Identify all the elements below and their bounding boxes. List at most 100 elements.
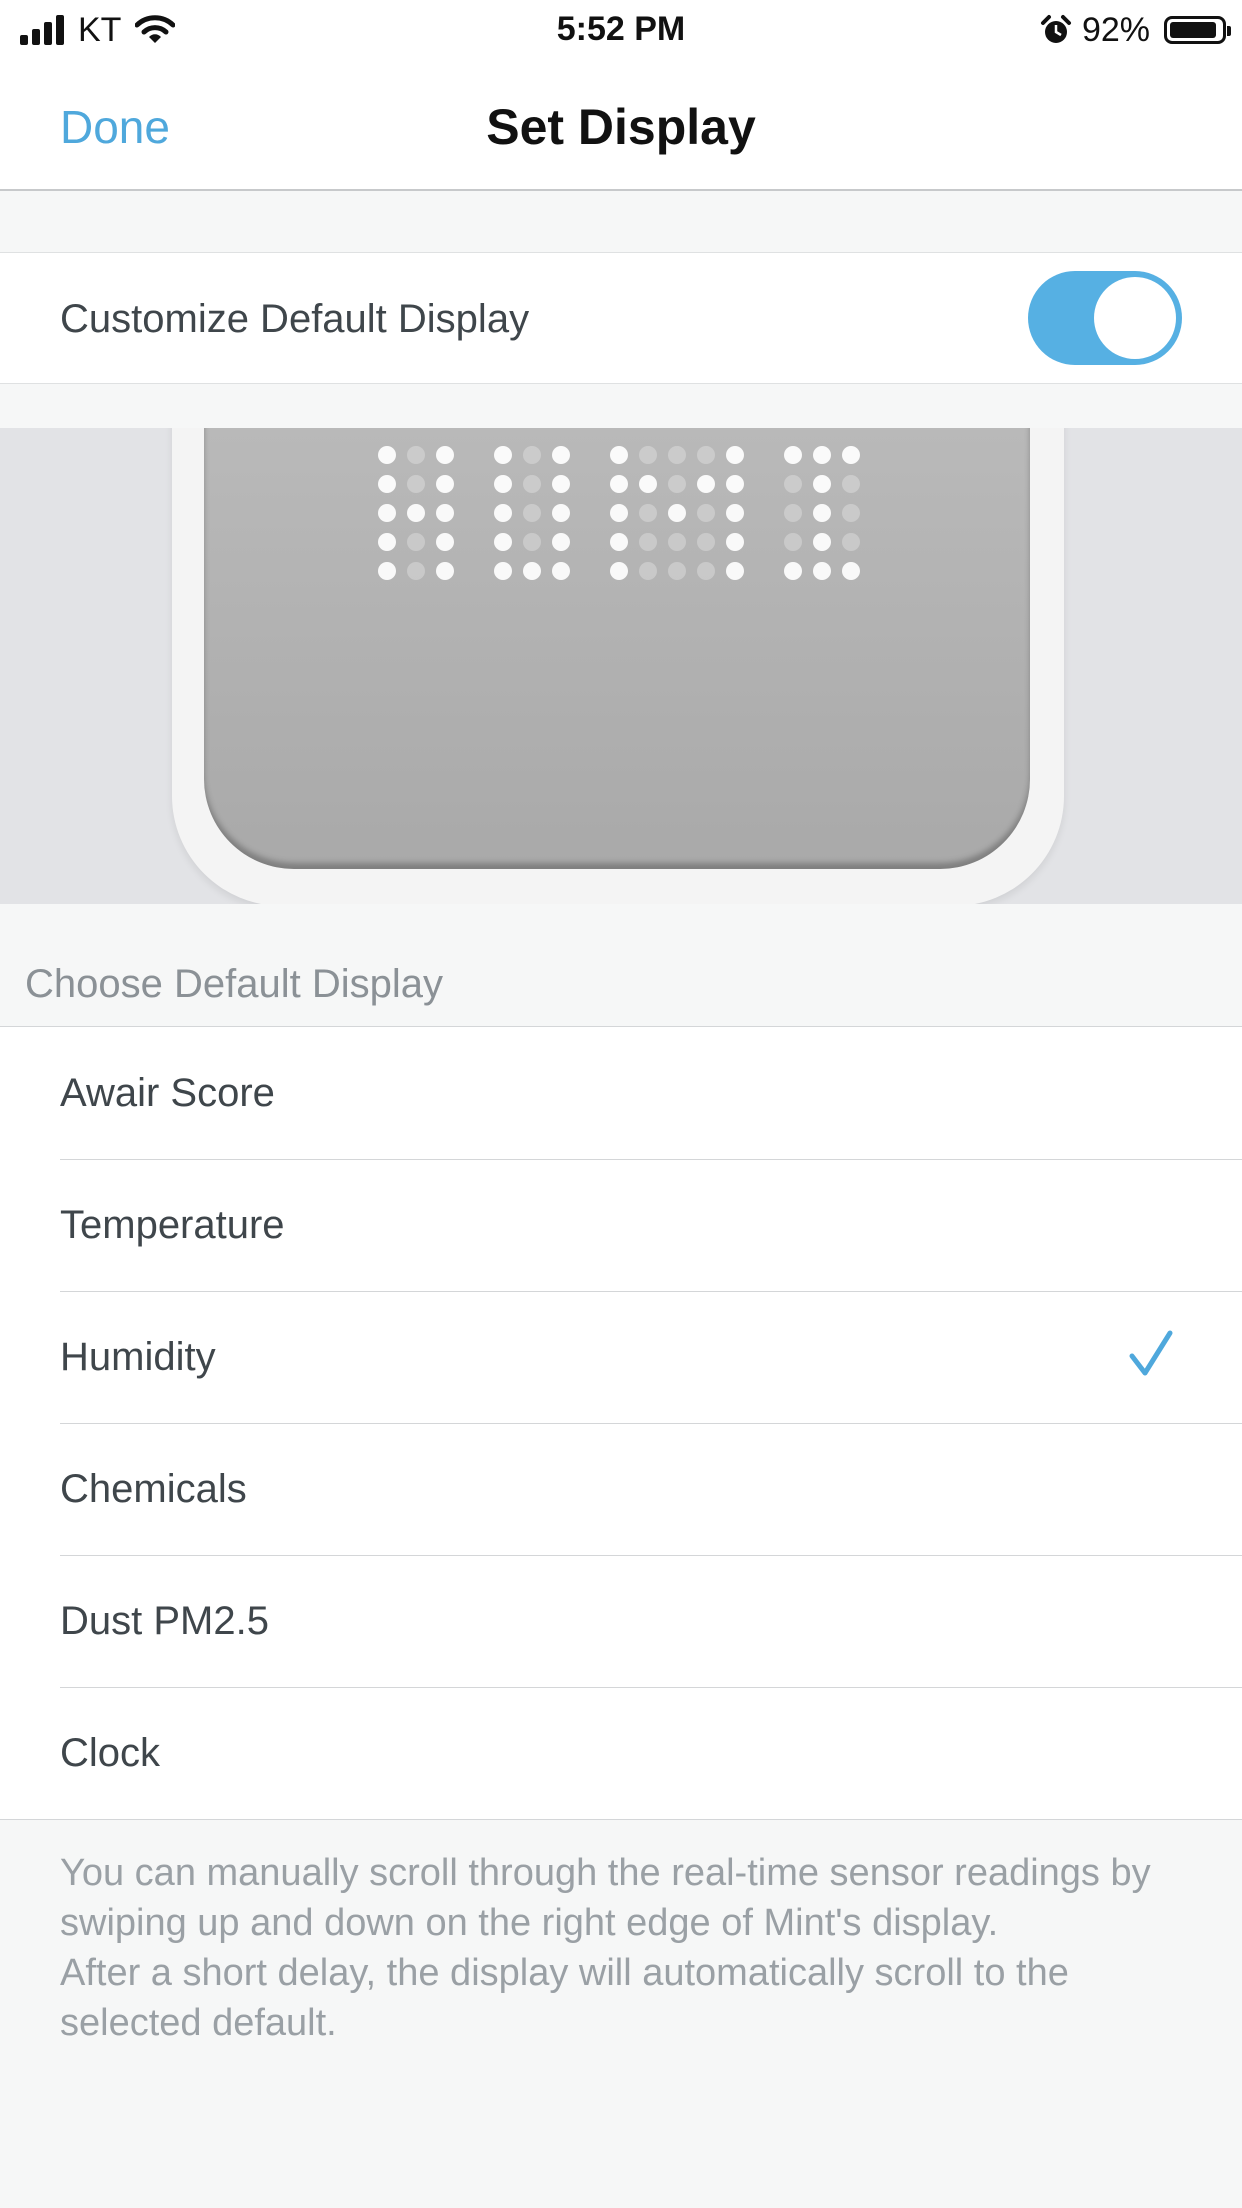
display-dot-lit	[378, 446, 396, 464]
display-dot-lit	[813, 562, 831, 580]
display-dot-lit	[668, 504, 686, 522]
display-dot-lit	[813, 504, 831, 522]
display-dot-dim	[668, 475, 686, 493]
option-label: Dust PM2.5	[60, 1599, 269, 1643]
option-humidity[interactable]: Humidity	[0, 1291, 1242, 1423]
battery-icon	[1164, 16, 1231, 44]
display-dot-dim	[784, 475, 802, 493]
customize-default-display-row: Customize Default Display	[0, 252, 1242, 384]
display-dot-lit	[784, 562, 802, 580]
display-dot-lit	[842, 446, 860, 464]
display-dot-dim	[668, 446, 686, 464]
display-dot-lit	[726, 475, 744, 493]
page-title: Set Display	[486, 99, 756, 155]
display-dot-lit	[378, 562, 396, 580]
display-dot-dim	[523, 475, 541, 493]
display-dot-dim	[523, 446, 541, 464]
display-dot-lit	[813, 446, 831, 464]
display-dot-lit	[726, 504, 744, 522]
display-dot-lit	[784, 446, 802, 464]
display-dot-lit	[494, 562, 512, 580]
display-dot-lit	[552, 504, 570, 522]
display-dot-lit	[842, 562, 860, 580]
display-dot-dim	[668, 562, 686, 580]
dot-matrix-display	[378, 446, 860, 580]
display-dot-dim	[639, 562, 657, 580]
display-dot-lit	[494, 446, 512, 464]
display-dot-dim	[639, 533, 657, 551]
display-dot-dim	[697, 446, 715, 464]
display-dot-dim	[407, 562, 425, 580]
display-dot-lit	[639, 475, 657, 493]
option-label: Humidity	[60, 1335, 216, 1379]
display-dot-dim	[842, 504, 860, 522]
display-dot-dim	[639, 446, 657, 464]
display-dot-dim	[784, 504, 802, 522]
display-dot-lit	[436, 533, 454, 551]
device-screen	[204, 428, 1030, 869]
display-dot-dim	[697, 504, 715, 522]
display-dot-dim	[842, 533, 860, 551]
display-dot-dim	[523, 504, 541, 522]
option-label: Chemicals	[60, 1467, 247, 1511]
display-dot-lit	[494, 504, 512, 522]
customize-default-display-label: Customize Default Display	[60, 297, 530, 341]
display-dot-lit	[378, 504, 396, 522]
status-bar: KT 5:52 PM 92%	[0, 0, 1242, 60]
footer-line-2: After a short delay, the display will au…	[60, 1952, 1069, 2044]
customize-default-display-toggle[interactable]	[1028, 271, 1182, 365]
display-dot-lit	[407, 504, 425, 522]
device-frame	[172, 428, 1064, 904]
display-dot-lit	[552, 446, 570, 464]
display-dot-lit	[726, 446, 744, 464]
display-dot-lit	[552, 533, 570, 551]
display-dot-dim	[523, 533, 541, 551]
display-dot-lit	[813, 533, 831, 551]
display-options-list: Awair Score Temperature Humidity Chemica…	[0, 1026, 1242, 1820]
display-dot-lit	[726, 562, 744, 580]
display-dot-dim	[697, 562, 715, 580]
option-temperature[interactable]: Temperature	[0, 1159, 1242, 1291]
option-clock[interactable]: Clock	[0, 1687, 1242, 1819]
display-dot-lit	[494, 533, 512, 551]
display-dot-lit	[610, 446, 628, 464]
display-dot-lit	[378, 475, 396, 493]
display-dot-lit	[610, 504, 628, 522]
display-dot-lit	[813, 475, 831, 493]
display-dot-lit	[523, 562, 541, 580]
battery-fill	[1170, 22, 1216, 38]
footer-note: You can manually scroll through the real…	[60, 1848, 1200, 2048]
display-dot-dim	[407, 446, 425, 464]
device-preview	[0, 428, 1242, 904]
display-dot-lit	[436, 446, 454, 464]
display-dot-lit	[552, 475, 570, 493]
option-chemicals[interactable]: Chemicals	[0, 1423, 1242, 1555]
display-dot-lit	[697, 475, 715, 493]
battery-percentage: 92%	[1081, 10, 1150, 49]
toggle-knob	[1094, 277, 1176, 359]
display-dot-lit	[494, 475, 512, 493]
display-dot-lit	[610, 562, 628, 580]
option-label: Awair Score	[60, 1071, 275, 1115]
option-label: Temperature	[60, 1203, 285, 1247]
section-header: Choose Default Display	[25, 962, 443, 1006]
display-dot-dim	[407, 533, 425, 551]
display-dot-dim	[842, 475, 860, 493]
display-dot-dim	[639, 504, 657, 522]
option-label: Clock	[60, 1731, 161, 1775]
option-awair-score[interactable]: Awair Score	[0, 1027, 1242, 1159]
display-dot-lit	[436, 504, 454, 522]
nav-bar: Done Set Display	[0, 60, 1242, 191]
display-dot-dim	[407, 475, 425, 493]
status-right: 92%	[1040, 10, 1231, 50]
display-dot-dim	[784, 533, 802, 551]
option-dust-pm25[interactable]: Dust PM2.5	[0, 1555, 1242, 1687]
display-dot-lit	[726, 533, 744, 551]
display-dot-lit	[610, 533, 628, 551]
display-dot-dim	[697, 533, 715, 551]
display-dot-lit	[436, 562, 454, 580]
alarm-icon	[1040, 15, 1071, 43]
display-dot-lit	[552, 562, 570, 580]
display-dot-lit	[378, 533, 396, 551]
display-dot-lit	[436, 475, 454, 493]
